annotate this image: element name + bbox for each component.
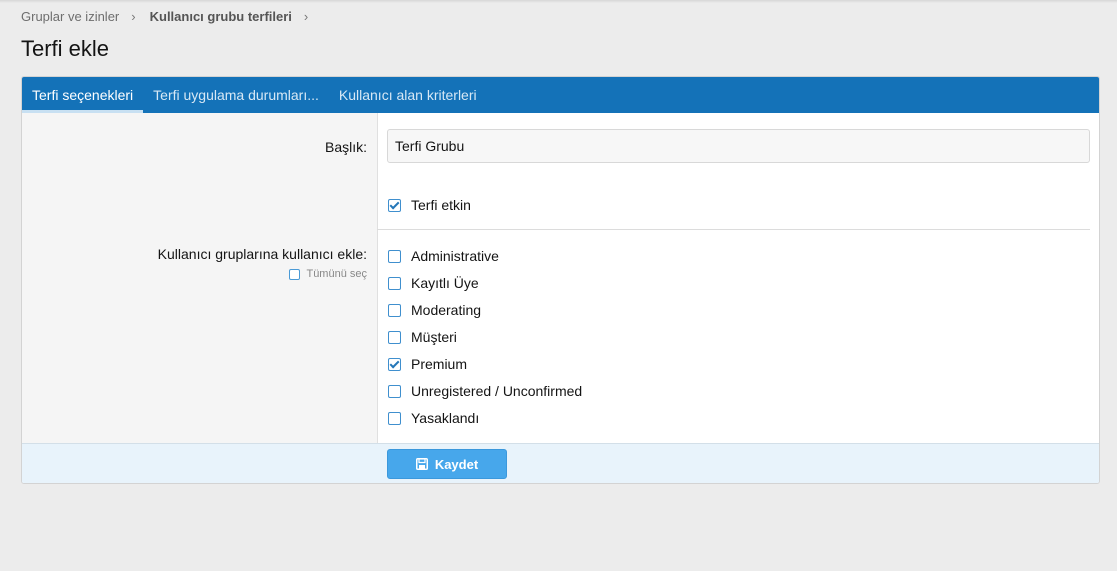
tab-user-field-criteria[interactable]: Kullanıcı alan kriterleri bbox=[329, 77, 487, 113]
save-button[interactable]: Kaydet bbox=[387, 449, 507, 479]
group-checkbox-moderating[interactable]: Moderating bbox=[388, 302, 481, 318]
group-checkbox-administrative[interactable]: Administrative bbox=[388, 248, 499, 264]
chevron-right-icon: › bbox=[303, 9, 309, 24]
enabled-checkbox[interactable]: Terfi etkin bbox=[388, 197, 471, 213]
group-label: Yasaklandı bbox=[411, 410, 480, 426]
checkbox-checked-icon bbox=[388, 198, 401, 212]
group-checkbox-customer[interactable]: Müşteri bbox=[388, 329, 457, 345]
title-input[interactable]: Terfi Grubu bbox=[387, 129, 1090, 163]
group-label: Moderating bbox=[411, 302, 482, 318]
enabled-label: Terfi etkin bbox=[411, 197, 471, 213]
save-label: Kaydet bbox=[434, 456, 479, 472]
title-label: Başlık: bbox=[324, 139, 367, 155]
divider bbox=[377, 229, 1090, 230]
chevron-right-icon: › bbox=[131, 9, 136, 24]
checkbox-icon bbox=[388, 330, 401, 344]
tab-promotion-conditions[interactable]: Terfi uygulama durumları... bbox=[143, 77, 329, 113]
checkbox-icon bbox=[388, 303, 401, 317]
group-label: Administrative bbox=[411, 248, 499, 264]
checkbox-icon bbox=[289, 268, 301, 280]
checkbox-icon bbox=[388, 384, 401, 398]
select-all-toggle[interactable]: Tümünü seç bbox=[289, 268, 367, 280]
group-checkbox-registered[interactable]: Kayıtlı Üye bbox=[388, 275, 479, 291]
checkbox-icon bbox=[388, 276, 401, 290]
checkbox-icon bbox=[388, 249, 401, 263]
select-all-label: Tümünü seç bbox=[306, 268, 367, 280]
group-checkbox-unregistered[interactable]: Unregistered / Unconfirmed bbox=[388, 383, 582, 399]
form-body: Başlık: Kullanıcı gruplarına kullanıcı e… bbox=[22, 113, 1099, 443]
form-footer: Kaydet bbox=[22, 443, 1099, 483]
breadcrumb-item-groups[interactable]: Gruplar ve izinler bbox=[21, 9, 119, 24]
promotion-form-block: Terfi seçenekleri Terfi uygulama durumla… bbox=[21, 76, 1100, 484]
breadcrumb-item-promotions[interactable]: Kullanıcı grubu terfileri bbox=[150, 9, 292, 24]
label-column: Başlık: Kullanıcı gruplarına kullanıcı e… bbox=[22, 113, 378, 443]
group-label: Kayıtlı Üye bbox=[411, 275, 479, 291]
tab-promotion-options[interactable]: Terfi seçenekleri bbox=[22, 77, 144, 113]
group-label: Unregistered / Unconfirmed bbox=[411, 383, 583, 399]
breadcrumb: Gruplar ve izinler › Kullanıcı grubu ter… bbox=[21, 9, 322, 24]
group-label: Premium bbox=[411, 356, 468, 372]
page-title: Terfi ekle bbox=[21, 36, 110, 61]
group-checkbox-premium[interactable]: Premium bbox=[388, 356, 467, 372]
save-icon bbox=[415, 458, 428, 470]
checkbox-icon bbox=[388, 411, 401, 425]
groups-label: Kullanıcı gruplarına kullanıcı ekle: bbox=[157, 246, 367, 262]
checkbox-checked-icon bbox=[388, 357, 401, 371]
group-label: Müşteri bbox=[411, 329, 457, 345]
group-checkbox-banned[interactable]: Yasaklandı bbox=[388, 410, 479, 426]
tab-bar: Terfi seçenekleri Terfi uygulama durumla… bbox=[22, 77, 1099, 113]
top-shadow bbox=[0, 0, 1117, 3]
